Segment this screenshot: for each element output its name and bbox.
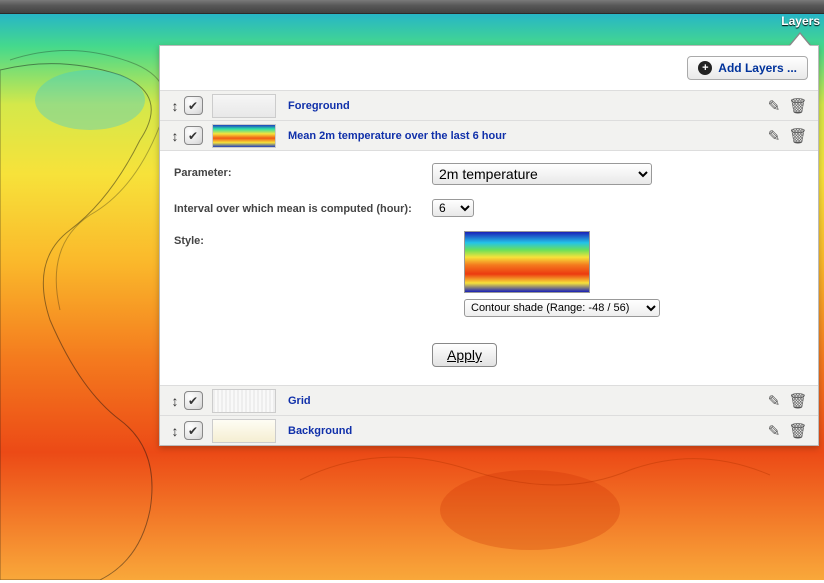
trash-icon[interactable]: 🗑 <box>786 422 810 440</box>
layer-row-background: ↕ ✔ Background ✎ 🗑 <box>160 416 818 445</box>
style-select[interactable]: Contour shade (Range: -48 / 56) <box>464 299 660 317</box>
layers-tab[interactable]: Layers <box>781 14 820 28</box>
edit-icon[interactable]: ✎ <box>762 97 786 115</box>
style-label: Style: <box>174 231 432 247</box>
layer-name-link[interactable]: Background <box>288 425 352 437</box>
layers-panel: + Add Layers ... ↕ ✔ Foreground ✎ 🗑 ↕ ✔ … <box>159 45 819 446</box>
interval-select[interactable]: 6 <box>432 199 474 217</box>
layer-name-link[interactable]: Mean 2m temperature over the last 6 hour <box>288 130 506 142</box>
visibility-checkbox[interactable]: ✔ <box>184 421 203 440</box>
layer-details: Parameter: 2m temperature Interval over … <box>160 151 818 386</box>
drag-handle-icon[interactable]: ↕ <box>168 423 182 439</box>
plus-icon: + <box>698 61 712 75</box>
interval-label: Interval over which mean is computed (ho… <box>174 199 432 215</box>
layer-thumbnail <box>212 419 276 443</box>
layer-thumbnail <box>212 94 276 118</box>
visibility-checkbox[interactable]: ✔ <box>184 391 203 410</box>
drag-handle-icon[interactable]: ↕ <box>168 393 182 409</box>
layer-row-foreground: ↕ ✔ Foreground ✎ 🗑 <box>160 91 818 121</box>
edit-icon[interactable]: ✎ <box>762 127 786 145</box>
layer-thumbnail <box>212 124 276 148</box>
trash-icon[interactable]: 🗑 <box>786 392 810 410</box>
parameter-label: Parameter: <box>174 163 432 179</box>
layer-thumbnail <box>212 389 276 413</box>
app-top-bar <box>0 0 824 14</box>
visibility-checkbox[interactable]: ✔ <box>184 126 203 145</box>
edit-icon[interactable]: ✎ <box>762 422 786 440</box>
visibility-checkbox[interactable]: ✔ <box>184 96 203 115</box>
trash-icon[interactable]: 🗑 <box>786 97 810 115</box>
trash-icon[interactable]: 🗑 <box>786 127 810 145</box>
drag-handle-icon[interactable]: ↕ <box>168 128 182 144</box>
layer-name-link[interactable]: Grid <box>288 395 311 407</box>
drag-handle-icon[interactable]: ↕ <box>168 98 182 114</box>
layer-row-grid: ↕ ✔ Grid ✎ 🗑 <box>160 386 818 416</box>
parameter-select[interactable]: 2m temperature <box>432 163 652 185</box>
style-preview <box>464 231 590 293</box>
apply-button[interactable]: Apply <box>432 343 497 367</box>
panel-toolbar: + Add Layers ... <box>160 46 818 91</box>
layer-row-mean2m: ↕ ✔ Mean 2m temperature over the last 6 … <box>160 121 818 151</box>
edit-icon[interactable]: ✎ <box>762 392 786 410</box>
add-layers-button[interactable]: + Add Layers ... <box>687 56 808 80</box>
layer-name-link[interactable]: Foreground <box>288 100 350 112</box>
add-layers-label: Add Layers ... <box>718 61 797 75</box>
